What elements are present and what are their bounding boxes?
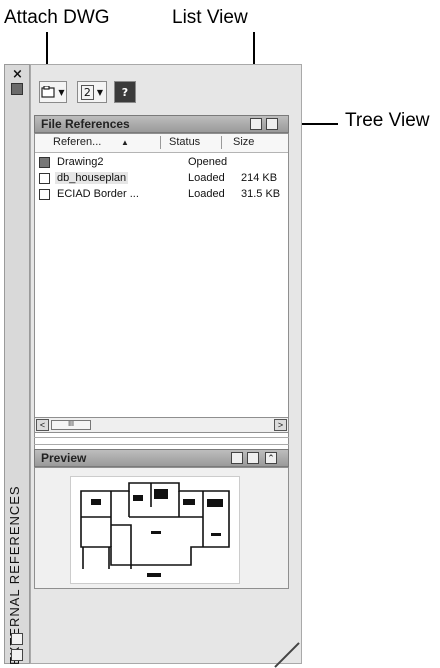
scroll-thumb[interactable]: III [51,420,91,430]
column-divider[interactable] [160,136,161,149]
tree-view-button[interactable] [266,118,278,130]
preview-header: Preview ⌃ [34,449,289,467]
reference-status: Loaded [188,188,225,200]
pane-splitter[interactable] [34,437,289,445]
chevron-down-icon[interactable]: ▼ [58,88,64,97]
reference-size: 31.5 KB [241,188,281,200]
callout-tree-view: Tree View [345,110,430,131]
scroll-right-button[interactable]: > [274,419,287,431]
preview-title: Preview [41,451,87,465]
reference-size: 214 KB [241,172,278,184]
reference-name: Drawing2 [57,156,104,168]
file-references-title: File References [41,117,130,131]
help-button[interactable]: ? [114,81,136,103]
dwg-reference-icon [39,173,50,184]
reference-name: db_houseplan [55,172,129,184]
refresh-button[interactable]: 2 ▼ [77,81,107,103]
refresh-icon: 2 [80,84,94,100]
list-view-button[interactable] [250,118,262,130]
auto-hide-icon[interactable] [11,83,23,95]
column-reference-name[interactable]: Referen... [53,136,101,148]
column-status[interactable]: Status [169,136,200,148]
reference-name: ECIAD Border ... [57,188,139,200]
scroll-left-button[interactable]: < [36,419,49,431]
column-size[interactable]: Size [233,136,254,148]
help-icon: ? [121,85,129,99]
external-references-palette: ▼ 2 ▼ ? File References Referen... ▲ Sta… [30,64,302,664]
horizontal-scrollbar[interactable]: < III > [34,417,289,433]
attach-dwg-button[interactable]: ▼ [39,81,67,103]
reference-status: Opened [188,156,228,168]
floor-plan-drawing [80,482,230,577]
properties-icon[interactable] [11,633,23,645]
collapse-icon[interactable]: ⌃ [265,452,277,464]
palette-titlebar: × EXTERNAL REFERENCES [4,64,30,665]
column-divider[interactable] [221,136,222,149]
reference-status: Loaded [188,172,225,184]
callout-list-view: List View [172,7,248,28]
palette-menu-icon[interactable] [11,649,23,661]
list-item[interactable]: Drawing2 Opened [35,155,288,171]
list-item[interactable]: db_houseplan Loaded 214 KB [35,171,288,187]
drawing-icon [39,157,50,168]
list-item[interactable]: ECIAD Border ... Loaded 31.5 KB [35,187,288,203]
attach-dwg-icon [41,86,56,98]
callout-attach-dwg: Attach DWG [4,7,110,28]
preview-view-button[interactable] [231,452,243,464]
close-icon[interactable]: × [12,67,23,82]
file-references-header: File References [34,115,289,133]
chevron-down-icon[interactable]: ▼ [97,88,103,97]
sort-ascending-icon: ▲ [121,138,129,147]
details-view-button[interactable] [247,452,259,464]
floor-plan-thumbnail [70,476,240,584]
dwg-reference-icon [39,189,50,200]
preview-pane [34,467,289,589]
list-column-headers: Referen... ▲ Status Size [35,134,288,153]
file-references-list[interactable]: Referen... ▲ Status Size Drawing2 Opened… [34,133,289,459]
